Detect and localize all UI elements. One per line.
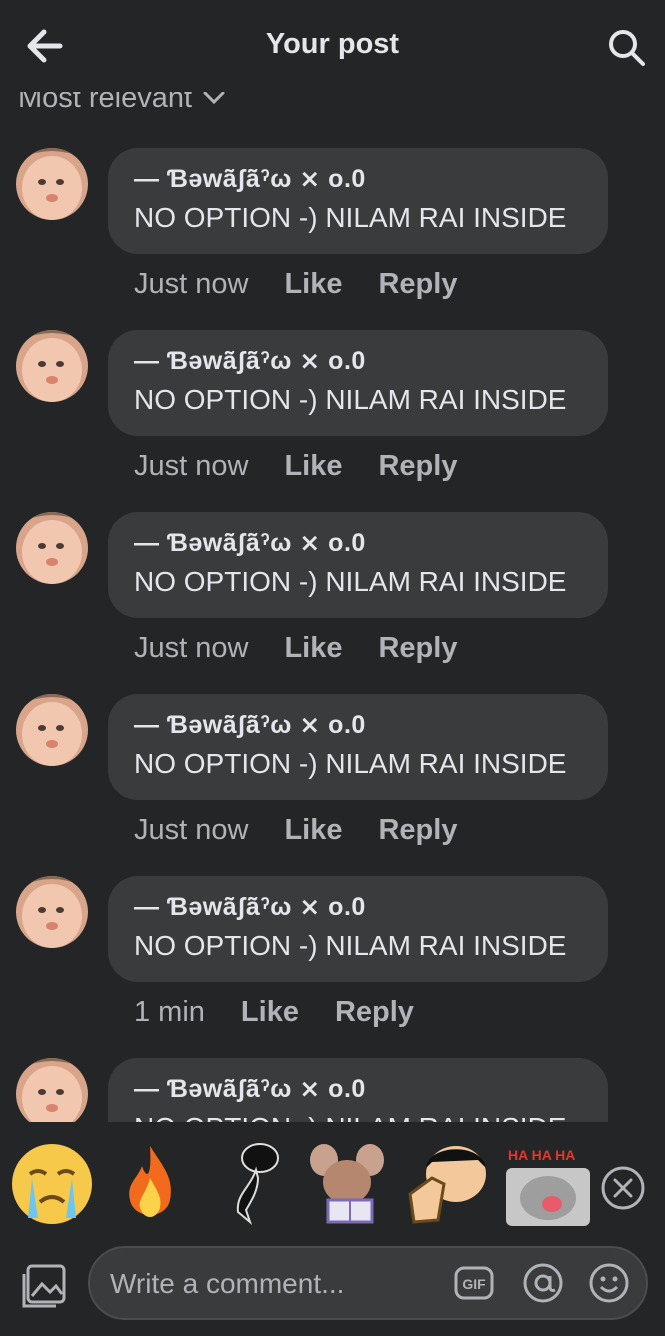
comment-item: — Ɓəwã̃ʃã̃ˀω ⨯ o.0 NO OPTION -) NILAM RA…	[0, 1058, 665, 1122]
comment-timestamp: Just now	[134, 632, 249, 664]
comment-bubble[interactable]: — Ɓəwã̃ʃã̃ˀω ⨯ o.0 NO OPTION -) NILAM RA…	[108, 512, 608, 618]
like-button[interactable]: Like	[284, 632, 342, 665]
comment-item: — Ɓəwã̃ʃã̃ˀω ⨯ o.0 NO OPTION -) NILAM RA…	[0, 876, 665, 1058]
comment-timestamp: Just now	[134, 450, 249, 482]
comment-input[interactable]	[108, 1248, 442, 1320]
avatar[interactable]	[16, 876, 88, 948]
laughing-cat-haha-sticker[interactable]: HA HA HA	[502, 1138, 594, 1230]
comment-timestamp: 1 min	[134, 996, 205, 1028]
comment-author[interactable]: — Ɓəwã̃ʃã̃ˀω ⨯ o.0	[134, 528, 608, 558]
comment-meta: Just now Like Reply	[134, 814, 457, 847]
sticker-suggestions-bar: HA HA HA	[0, 1122, 665, 1246]
reply-button[interactable]: Reply	[378, 632, 457, 665]
comment-input-field: GIF	[88, 1246, 648, 1320]
avatar[interactable]	[16, 148, 88, 220]
comment-text: NO OPTION -) NILAM RAI INSIDE	[134, 566, 567, 597]
avatar[interactable]	[16, 512, 88, 584]
avatar[interactable]	[16, 1058, 88, 1122]
comment-meta: Just now Like Reply	[134, 268, 457, 301]
comment-text: NO OPTION -) NILAM RAI INSIDE	[134, 202, 567, 233]
comment-timestamp: Just now	[134, 814, 249, 846]
top-bar: Your post	[0, 0, 665, 92]
comment-text: NO OPTION -) NILAM RAI INSIDE	[134, 930, 567, 961]
comment-bubble[interactable]: — Ɓəwã̃ʃã̃ˀω ⨯ o.0 NO OPTION -) NILAM RA…	[108, 876, 608, 982]
comment-author[interactable]: — Ɓəwã̃ʃã̃ˀω ⨯ o.0	[134, 1074, 608, 1104]
comment-author[interactable]: — Ɓəwã̃ʃã̃ˀω ⨯ o.0	[134, 710, 608, 740]
comments-list: — Ɓəwã̃ʃã̃ˀω ⨯ o.0 NO OPTION -) NILAM RA…	[0, 0, 665, 1122]
close-icon[interactable]	[600, 1165, 646, 1211]
reply-button[interactable]: Reply	[335, 996, 414, 1029]
comment-author[interactable]: — Ɓəwã̃ʃã̃ˀω ⨯ o.0	[134, 164, 608, 194]
photo-gallery-icon[interactable]	[20, 1262, 68, 1310]
comment-text: NO OPTION -) NILAM RAI INSIDE	[134, 748, 567, 779]
like-button[interactable]: Like	[284, 268, 342, 301]
like-button[interactable]: Like	[241, 996, 299, 1029]
reply-button[interactable]: Reply	[378, 268, 457, 301]
gif-icon[interactable]: GIF	[454, 1266, 494, 1300]
gif-label: GIF	[462, 1276, 486, 1292]
avatar[interactable]	[16, 330, 88, 402]
comment-item: — Ɓəwã̃ʃã̃ˀω ⨯ o.0 NO OPTION -) NILAM RA…	[0, 148, 665, 330]
comment-bubble[interactable]: — Ɓəwã̃ʃã̃ˀω ⨯ o.0 NO OPTION -) NILAM RA…	[108, 148, 608, 254]
chevron-down-icon	[203, 91, 225, 105]
fire-sticker[interactable]	[104, 1138, 196, 1230]
comment-item: — Ɓəwã̃ʃã̃ˀω ⨯ o.0 NO OPTION -) NILAM RA…	[0, 694, 665, 876]
comment-author[interactable]: — Ɓəwã̃ʃã̃ˀω ⨯ o.0	[134, 346, 608, 376]
comment-item: — Ɓəwã̃ʃã̃ˀω ⨯ o.0 NO OPTION -) NILAM RA…	[0, 512, 665, 694]
comment-bubble[interactable]: — Ɓəwã̃ʃã̃ˀω ⨯ o.0 NO OPTION -) NILAM RA…	[108, 694, 608, 800]
comment-text: NO OPTION -) NILAM RAI INSIDE	[134, 1112, 608, 1122]
comment-text: NO OPTION -) NILAM RAI INSIDE	[134, 384, 567, 415]
comment-bubble[interactable]: — Ɓəwã̃ʃã̃ˀω ⨯ o.0 NO OPTION -) NILAM RA…	[108, 330, 608, 436]
comment-meta: 1 min Like Reply	[134, 996, 414, 1029]
thumbs-up-boy-sticker[interactable]	[402, 1138, 494, 1230]
like-button[interactable]: Like	[284, 814, 342, 847]
page-title: Your post	[265, 28, 400, 60]
comment-composer: GIF	[0, 1246, 665, 1336]
emoji-icon[interactable]	[588, 1262, 630, 1304]
comment-timestamp: Just now	[134, 268, 249, 300]
mention-icon[interactable]	[522, 1262, 564, 1304]
like-button[interactable]: Like	[284, 450, 342, 483]
reply-button[interactable]: Reply	[378, 814, 457, 847]
comment-meta: Just now Like Reply	[134, 632, 457, 665]
comment-author[interactable]: — Ɓəwã̃ʃã̃ˀω ⨯ o.0	[134, 892, 608, 922]
mouse-reading-book-sticker[interactable]	[304, 1138, 396, 1230]
reply-button[interactable]: Reply	[378, 450, 457, 483]
dancing-silhouette-sticker[interactable]	[206, 1138, 298, 1230]
comment-meta: Just now Like Reply	[134, 450, 457, 483]
svg-text:HA HA HA: HA HA HA	[508, 1147, 575, 1163]
comment-item: — Ɓəwã̃ʃã̃ˀω ⨯ o.0 NO OPTION -) NILAM RA…	[0, 330, 665, 512]
avatar[interactable]	[16, 694, 88, 766]
crying-face-sticker[interactable]	[6, 1138, 98, 1230]
search-icon[interactable]	[605, 26, 649, 70]
comment-bubble[interactable]: — Ɓəwã̃ʃã̃ˀω ⨯ o.0 NO OPTION -) NILAM RA…	[108, 1058, 608, 1122]
